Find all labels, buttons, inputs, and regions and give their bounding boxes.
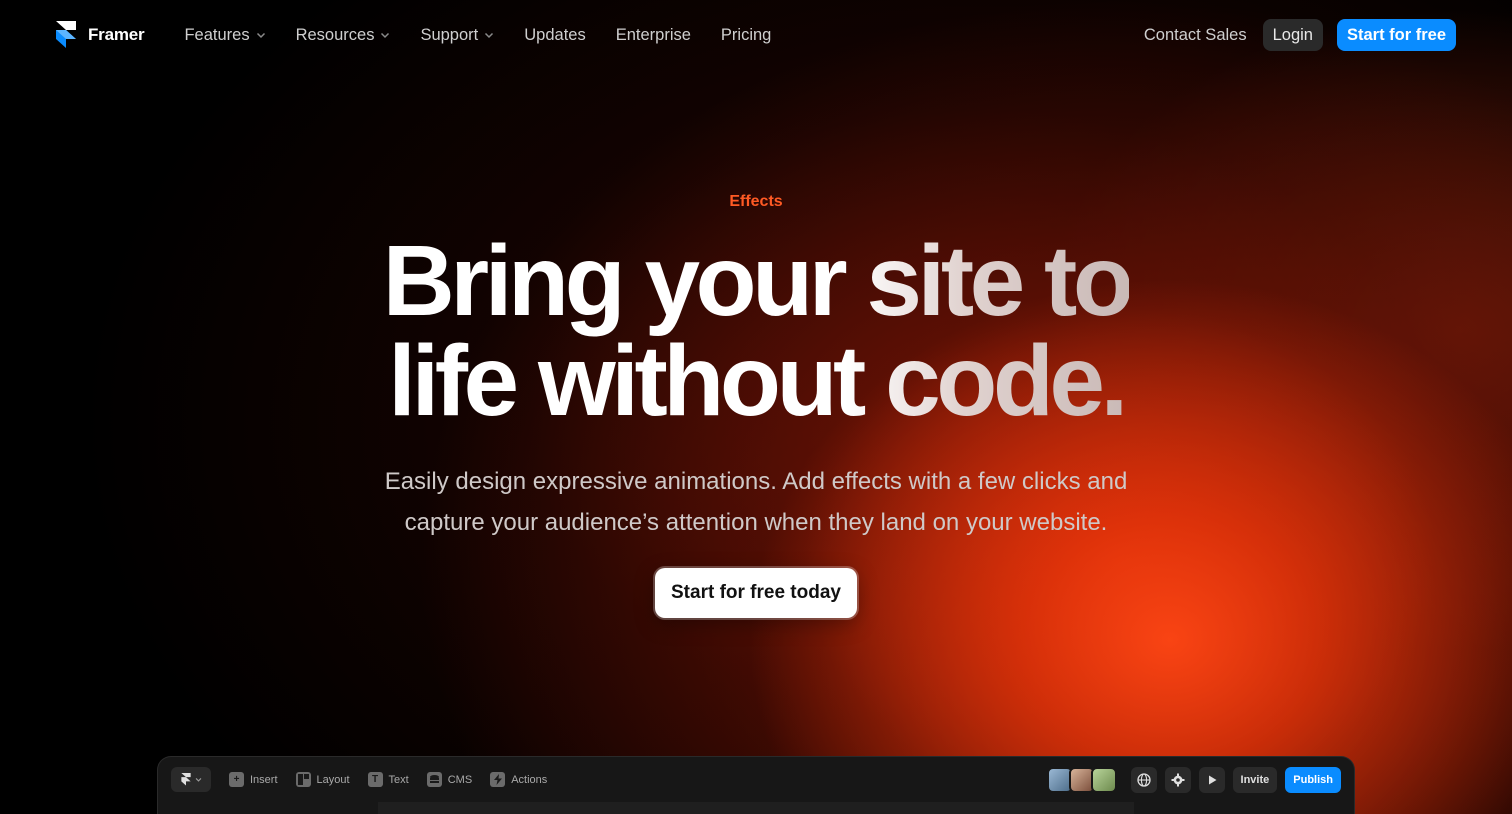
nav-item-label: Resources xyxy=(295,25,375,44)
globe-icon xyxy=(1136,772,1151,787)
hero-section: Effects Bring your site to life without … xyxy=(0,0,1512,618)
preview-button[interactable] xyxy=(1198,766,1225,793)
gear-icon xyxy=(1171,773,1185,786)
framer-logo-icon xyxy=(180,773,191,786)
toolbar-layout[interactable]: Layout xyxy=(295,772,350,787)
nav-item-resources[interactable]: Resources xyxy=(296,26,391,45)
nav-item-updates[interactable]: Updates xyxy=(524,26,585,45)
nav-item-support[interactable]: Support xyxy=(420,26,494,45)
nav-item-label: Enterprise xyxy=(615,25,691,44)
nav-item-label: Pricing xyxy=(720,25,772,44)
nav-item-enterprise[interactable]: Enterprise xyxy=(616,26,691,45)
login-button[interactable]: Login xyxy=(1262,19,1323,51)
avatar[interactable] xyxy=(1090,766,1117,793)
settings-button[interactable] xyxy=(1164,766,1191,793)
framer-menu-button[interactable] xyxy=(171,767,211,792)
chevron-down-icon xyxy=(381,32,390,39)
top-nav: Framer Features Resources Support Update… xyxy=(0,0,1512,70)
contact-sales-link[interactable]: Contact Sales xyxy=(1144,26,1247,45)
layout-icon xyxy=(295,772,311,787)
tool-label: Layout xyxy=(316,773,350,786)
tool-label: CMS xyxy=(447,773,473,786)
eyebrow-label: Effects xyxy=(729,193,783,210)
nav-item-features[interactable]: Features xyxy=(184,26,265,45)
publish-button[interactable]: Publish xyxy=(1285,766,1341,793)
page-title: Bring your site to life without code. xyxy=(383,231,1130,431)
start-for-free-button[interactable]: Start for free xyxy=(1336,19,1456,51)
tool-label: Insert xyxy=(250,773,278,786)
hero-subhead: Easily design expressive animations. Add… xyxy=(384,468,1128,536)
nav-item-label: Support xyxy=(420,25,479,44)
play-icon xyxy=(1208,775,1217,784)
tool-label: Actions xyxy=(511,773,548,786)
bolt-icon xyxy=(490,772,506,787)
nav-actions: Contact Sales Login Start for free xyxy=(1144,19,1456,51)
chevron-down-icon xyxy=(485,32,494,39)
toolbar-text[interactable]: T Text xyxy=(367,772,409,787)
framer-logo-icon xyxy=(56,21,76,48)
chevron-down-icon xyxy=(195,778,201,782)
editor-toolbar: + Insert Layout T Text CMS Actions Invit… xyxy=(158,757,1354,802)
globe-button[interactable] xyxy=(1130,766,1157,793)
nav-item-label: Features xyxy=(184,25,250,44)
collaborator-avatars xyxy=(1046,766,1117,793)
toolbar-actions[interactable]: Actions xyxy=(490,772,547,787)
nav-item-label: Updates xyxy=(524,25,586,44)
toolbar-right: Invite Publish xyxy=(1046,766,1341,793)
editor-preview: + Insert Layout T Text CMS Actions Invit… xyxy=(157,756,1355,814)
toolbar-insert[interactable]: + Insert xyxy=(229,772,278,787)
invite-button[interactable]: Invite xyxy=(1232,766,1278,793)
headline-line-1: Bring your site to xyxy=(382,225,1130,337)
plus-icon: + xyxy=(229,772,244,787)
text-icon: T xyxy=(367,772,383,787)
toolbar-cms[interactable]: CMS xyxy=(426,772,473,787)
database-icon xyxy=(426,772,442,787)
nav-links: Features Resources Support Updates Enter… xyxy=(184,26,771,45)
brand-name: Framer xyxy=(88,25,145,44)
nav-item-pricing[interactable]: Pricing xyxy=(721,26,771,45)
start-for-free-today-button[interactable]: Start for free today xyxy=(655,568,857,618)
chevron-down-icon xyxy=(256,32,265,39)
editor-canvas xyxy=(378,802,1134,814)
logo[interactable]: Framer xyxy=(56,21,145,49)
headline-line-2: life without code. xyxy=(388,325,1124,437)
tool-label: Text xyxy=(388,773,409,786)
